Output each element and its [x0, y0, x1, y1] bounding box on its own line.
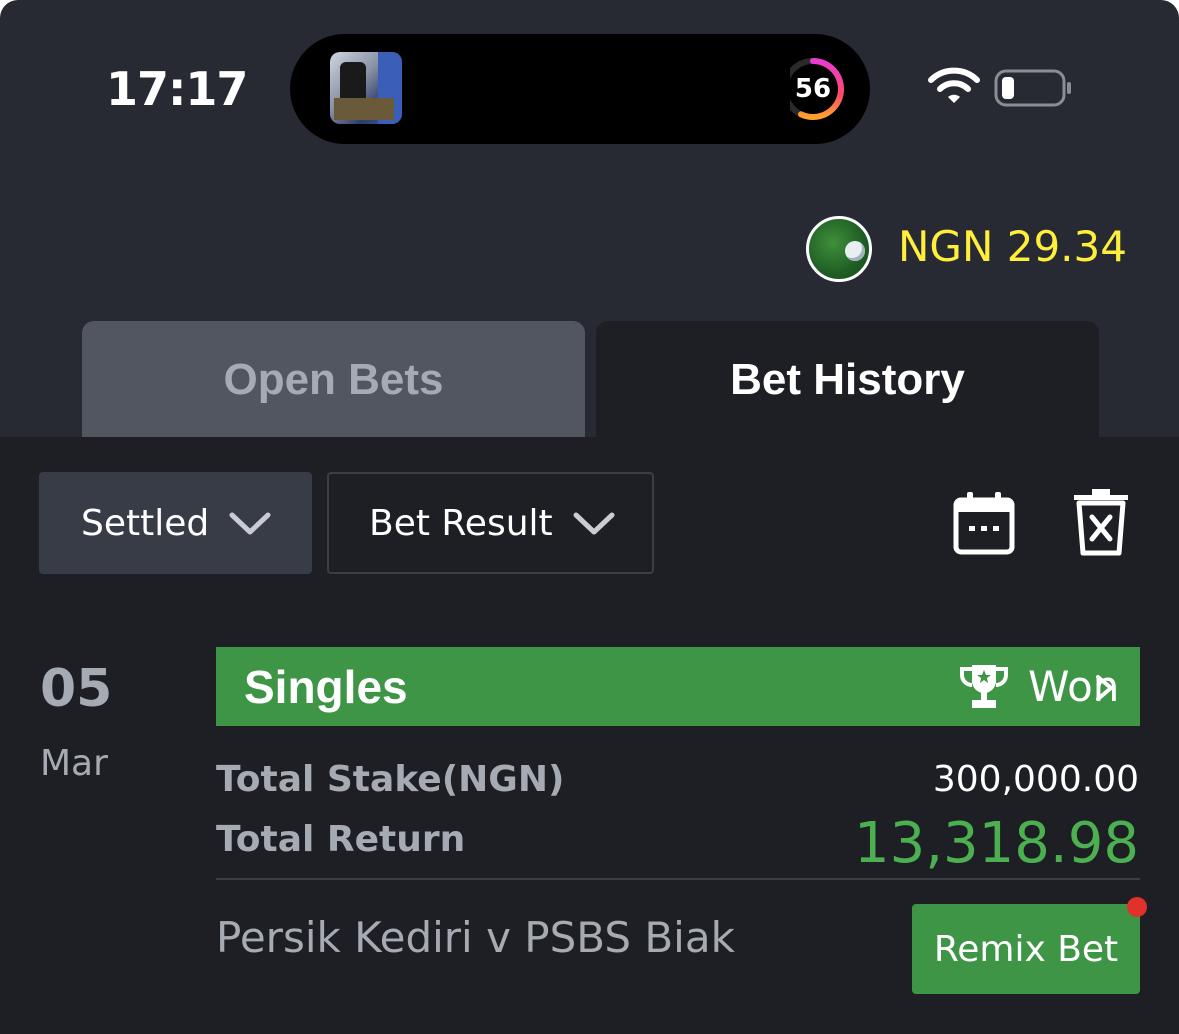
settled-filter-dropdown[interactable]: Settled [39, 472, 312, 574]
bet-card-header[interactable]: Singles Won [216, 647, 1140, 726]
settled-filter-label: Settled [81, 502, 210, 544]
wifi-icon [928, 66, 980, 106]
bet-type-label: Singles [244, 660, 408, 713]
account-balance: NGN 29.34 [898, 222, 1127, 271]
remix-bet-button[interactable]: Remix Bet [912, 904, 1140, 994]
bet-result-filter-dropdown[interactable]: Bet Result [327, 472, 654, 574]
total-stake-value: 300,000.00 [932, 759, 1139, 800]
app-screen: 17:17 56 NGN 29.34 Open Bets Bet History… [0, 0, 1179, 1034]
delete-icon[interactable] [1072, 489, 1130, 557]
notification-dot [1127, 897, 1147, 917]
tab-bet-history[interactable]: Bet History [596, 321, 1099, 439]
battery-icon [994, 69, 1074, 107]
total-return-value: 13,318.98 [853, 811, 1139, 876]
activity-ring-value: 56 [794, 74, 832, 104]
status-time: 17:17 [106, 62, 248, 116]
tab-open-bets[interactable]: Open Bets [82, 321, 585, 439]
total-stake-label: Total Stake(NGN) [216, 759, 565, 800]
match-name[interactable]: Persik Kediri v PSBS Biak [216, 913, 735, 962]
activity-ring-icon: 56 [782, 54, 850, 124]
trophy-icon [960, 664, 1008, 708]
football-avatar-icon[interactable] [806, 216, 872, 282]
bet-date-day: 05 [40, 659, 113, 719]
calendar-icon[interactable] [952, 490, 1016, 556]
bet-date-month: Mar [40, 743, 108, 784]
total-return-label: Total Return [216, 819, 466, 860]
chevron-down-icon [229, 512, 271, 535]
bet-history-panel: Settled Bet Result 05 Mar Singles Won To… [0, 437, 1179, 1034]
chevron-down-icon [573, 512, 615, 535]
divider [216, 878, 1140, 880]
bet-result-filter-label: Bet Result [369, 502, 553, 544]
live-activity-thumbnail [330, 52, 402, 124]
dynamic-island[interactable]: 56 [290, 34, 870, 144]
chevron-right-icon [1096, 675, 1113, 701]
